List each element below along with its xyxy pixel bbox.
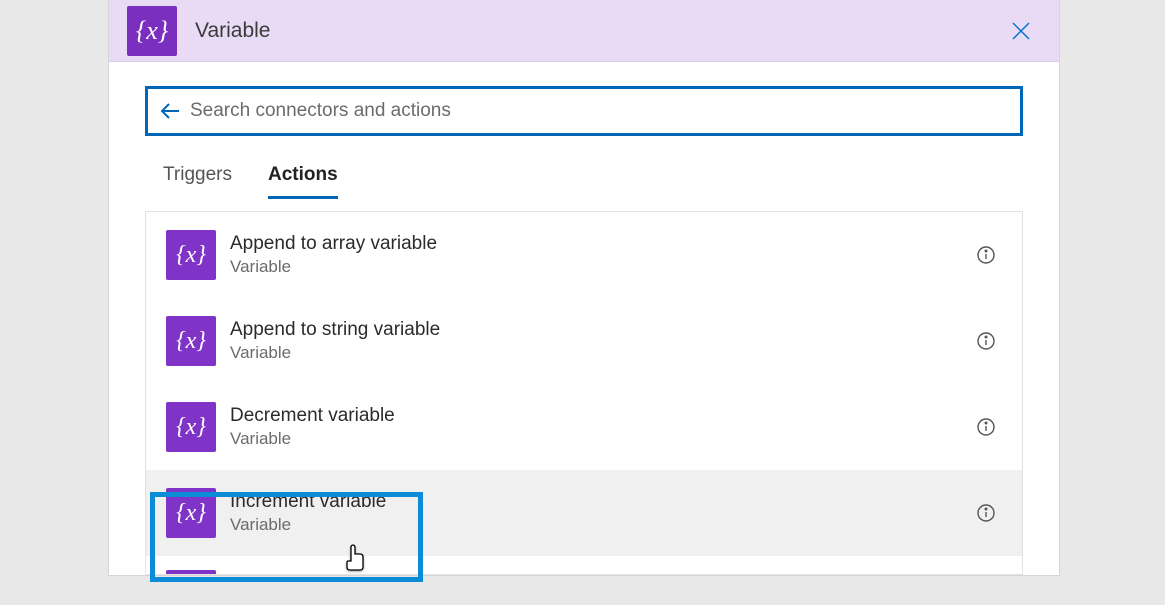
action-item-append-to-string[interactable]: {x} Append to string variable Variable: [146, 298, 1022, 384]
info-icon: [976, 503, 996, 523]
action-title: Decrement variable: [230, 405, 974, 427]
action-title: Increment variable: [230, 491, 974, 513]
info-button[interactable]: [974, 501, 998, 525]
back-button[interactable]: [156, 97, 184, 125]
variable-icon: {x}: [127, 6, 177, 56]
info-button[interactable]: [974, 243, 998, 267]
actions-list: {x} Append to array variable Variable {x: [145, 211, 1023, 575]
variable-icon: {x}: [166, 316, 216, 366]
variable-icon: {x}: [166, 488, 216, 538]
info-button[interactable]: [974, 415, 998, 439]
action-text: Increment variable Variable: [216, 491, 974, 535]
info-icon: [976, 331, 996, 351]
action-subtitle: Variable: [230, 257, 974, 277]
action-text: Append to string variable Variable: [216, 319, 974, 363]
close-icon: [1010, 20, 1032, 42]
dialog-body: Triggers Actions {x} Append to array var…: [109, 62, 1059, 575]
info-icon: [976, 245, 996, 265]
tabs: Triggers Actions: [145, 164, 1023, 199]
tab-triggers[interactable]: Triggers: [163, 164, 232, 199]
dialog-header: {x} Variable: [109, 0, 1059, 62]
action-item-partial: [146, 556, 1022, 574]
action-title: Append to string variable: [230, 319, 974, 341]
variable-icon: [166, 570, 216, 574]
connector-dialog: {x} Variable Triggers Actions: [108, 0, 1060, 576]
action-text: Append to array variable Variable: [216, 233, 974, 277]
action-item-increment[interactable]: {x} Increment variable Variable: [146, 470, 1022, 556]
action-text: Decrement variable Variable: [216, 405, 974, 449]
dialog-title: Variable: [177, 19, 1001, 43]
info-button[interactable]: [974, 329, 998, 353]
search-input[interactable]: [190, 89, 1012, 133]
info-icon: [976, 417, 996, 437]
action-subtitle: Variable: [230, 515, 974, 535]
action-item-decrement[interactable]: {x} Decrement variable Variable: [146, 384, 1022, 470]
action-item-append-to-array[interactable]: {x} Append to array variable Variable: [146, 212, 1022, 298]
variable-icon-glyph: {x}: [136, 16, 168, 46]
close-button[interactable]: [1001, 11, 1041, 51]
variable-icon: {x}: [166, 402, 216, 452]
search-box: [145, 86, 1023, 136]
arrow-left-icon: [159, 101, 181, 121]
tab-actions[interactable]: Actions: [268, 164, 338, 199]
action-subtitle: Variable: [230, 429, 974, 449]
action-title: Append to array variable: [230, 233, 974, 255]
action-subtitle: Variable: [230, 343, 974, 363]
variable-icon: {x}: [166, 230, 216, 280]
